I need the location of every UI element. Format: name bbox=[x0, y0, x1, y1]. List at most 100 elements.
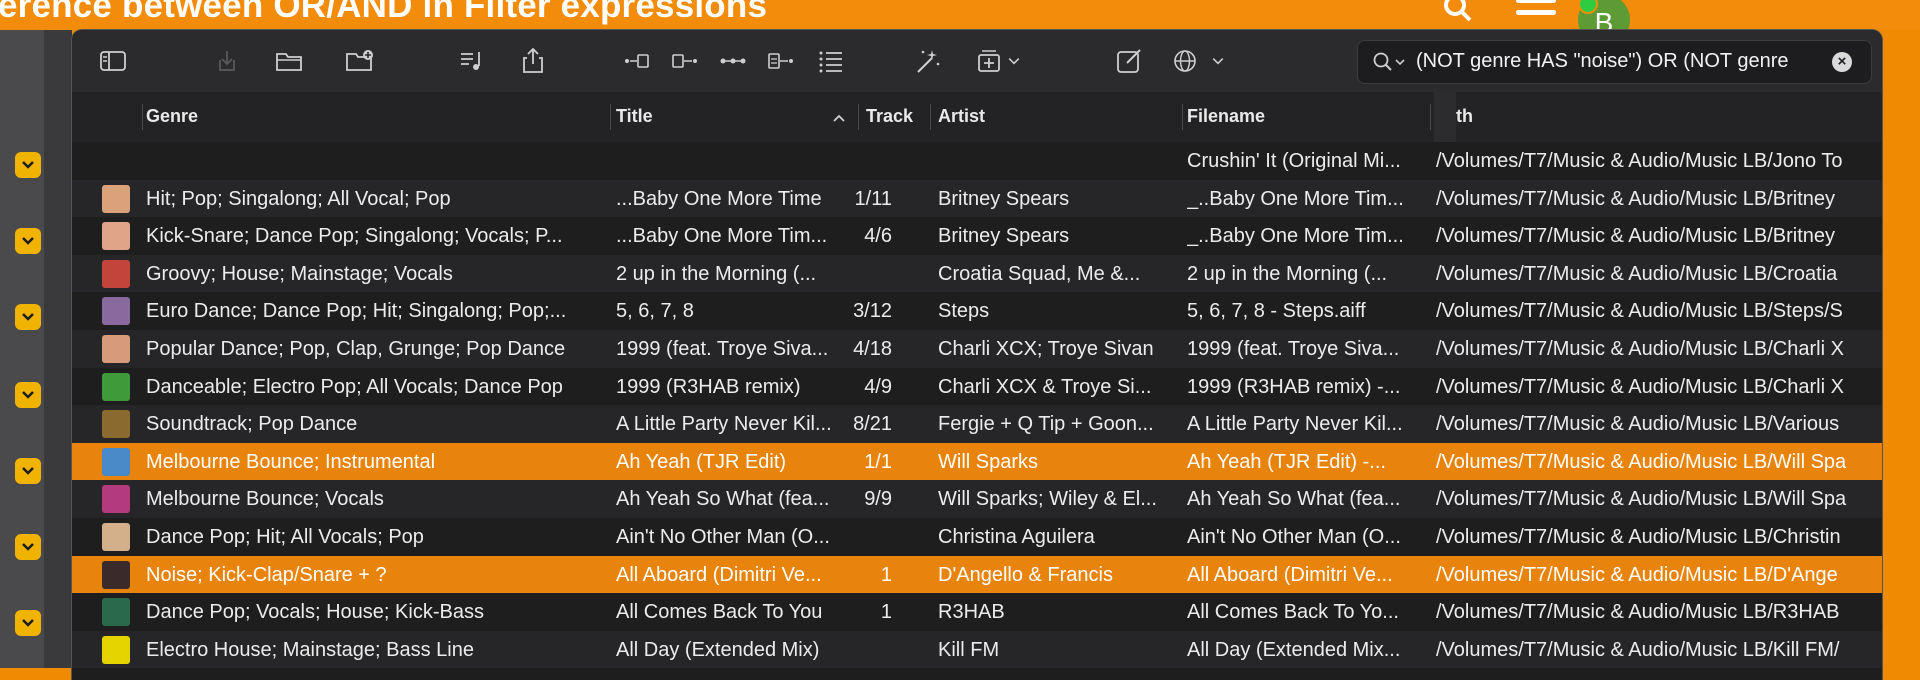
cell-filename: A Little Party Never Kil... bbox=[1187, 413, 1403, 436]
column-header-row: Genre Title Track Artist Filename th bbox=[72, 92, 1882, 143]
album-art-thumbnail bbox=[102, 184, 130, 213]
cell-filename: Ah Yeah (TJR Edit) -... bbox=[1187, 450, 1386, 473]
cell-genre: Groovy; House; Mainstage; Vocals bbox=[146, 262, 453, 285]
sidebar-icon[interactable] bbox=[96, 44, 130, 78]
column-header-path[interactable]: th bbox=[1456, 106, 1473, 127]
chevron-down-icon[interactable] bbox=[15, 458, 41, 484]
cell-filename: _..Baby One More Tim... bbox=[1187, 225, 1404, 248]
cell-artist: Britney Spears bbox=[938, 225, 1070, 248]
cell-artist: Will Sparks; Wiley & El... bbox=[938, 488, 1157, 511]
sort-ascending-icon[interactable] bbox=[832, 113, 846, 123]
clear-search-icon[interactable]: × bbox=[1832, 52, 1852, 72]
page-header: erence between OR/AND in Filter expressi… bbox=[0, 0, 1920, 46]
stack-add-icon[interactable] bbox=[972, 44, 1006, 78]
column-divider[interactable] bbox=[1182, 104, 1183, 130]
chevron-down-icon[interactable] bbox=[1206, 44, 1230, 78]
header-search-icon[interactable] bbox=[1442, 0, 1472, 22]
album-art-thumbnail bbox=[102, 222, 130, 251]
cell-track: 1/1 bbox=[864, 450, 892, 473]
table-row[interactable]: Dance Pop; Vocals; House; Kick-Bass All C… bbox=[72, 593, 1882, 631]
table-row[interactable]: Melbourne Bounce; Vocals Ah Yeah So What … bbox=[72, 480, 1882, 518]
table-row[interactable]: Hit; Pop; Singalong; All Vocal; Pop ...Ba… bbox=[72, 179, 1882, 218]
chevron-down-icon[interactable] bbox=[15, 152, 41, 178]
left-panel bbox=[0, 30, 44, 668]
cell-artist: Christina Aguilera bbox=[938, 525, 1095, 548]
column-header-title[interactable]: Title bbox=[616, 106, 653, 127]
move-out-icon[interactable] bbox=[668, 44, 702, 78]
hamburger-menu-icon[interactable] bbox=[1516, 0, 1556, 26]
cell-title: ...Baby One More Time bbox=[616, 187, 822, 210]
magic-wand-icon[interactable] bbox=[910, 44, 944, 78]
album-art-thumbnail bbox=[102, 410, 130, 439]
table-row[interactable]: Groovy; House; Mainstage; Vocals 2 up in … bbox=[72, 254, 1882, 293]
link-icon[interactable] bbox=[716, 44, 750, 78]
column-header-track[interactable]: Track bbox=[866, 106, 913, 127]
cell-path: /Volumes/T7/Music & Audio/Music LB/D'Ang… bbox=[1436, 563, 1838, 586]
filter-search-field[interactable]: (NOT genre HAS "noise") OR (NOT genre × bbox=[1357, 40, 1872, 84]
column-divider[interactable] bbox=[142, 104, 143, 130]
chevron-down-icon[interactable] bbox=[15, 534, 41, 560]
cell-title: A Little Party Never Kil... bbox=[616, 413, 832, 436]
column-divider[interactable] bbox=[930, 104, 931, 130]
cell-title: 1999 (feat. Troye Siva... bbox=[616, 337, 829, 360]
album-art-thumbnail bbox=[102, 259, 130, 288]
cell-title: 1999 (R3HAB remix) bbox=[616, 375, 801, 398]
column-divider[interactable] bbox=[1430, 104, 1431, 130]
chevron-down-icon[interactable] bbox=[15, 382, 41, 408]
file-export-icon[interactable] bbox=[764, 44, 798, 78]
album-art-thumbnail bbox=[102, 522, 130, 551]
table-row[interactable]: Electro House; Mainstage; Bass Line All D… bbox=[72, 630, 1882, 669]
table-row[interactable]: Soundtrack; Pop Dance A Little Party Neve… bbox=[72, 405, 1882, 443]
cell-genre: Electro House; Mainstage; Bass Line bbox=[146, 638, 474, 661]
cell-path: /Volumes/T7/Music & Audio/Music LB/Britn… bbox=[1436, 187, 1836, 210]
column-drag-handle[interactable] bbox=[1434, 92, 1456, 142]
page-title: erence between OR/AND in Filter expressi… bbox=[0, 0, 768, 25]
folder-add-icon[interactable] bbox=[342, 44, 376, 78]
cell-filename: 1999 (R3HAB remix) -... bbox=[1187, 375, 1401, 398]
edit-icon[interactable] bbox=[1112, 44, 1146, 78]
cell-genre: Euro Dance; Dance Pop; Hit; Singalong; P… bbox=[146, 300, 567, 323]
folder-icon[interactable] bbox=[272, 44, 306, 78]
cell-path: /Volumes/T7/Music & Audio/Music LB/Charl… bbox=[1436, 337, 1844, 360]
cell-path: /Volumes/T7/Music & Audio/Music LB/Britn… bbox=[1436, 225, 1836, 248]
cell-track: 3/12 bbox=[853, 300, 892, 323]
share-icon[interactable] bbox=[516, 44, 550, 78]
table-row[interactable]: Dance Pop; Hit; All Vocals; Pop Ain't No … bbox=[72, 517, 1882, 556]
chevron-down-icon[interactable] bbox=[15, 304, 41, 330]
app-window: (NOT genre HAS "noise") OR (NOT genre × … bbox=[72, 30, 1882, 680]
import-icon[interactable] bbox=[210, 44, 244, 78]
column-divider[interactable] bbox=[610, 104, 611, 130]
table-row[interactable]: Danceable; Electro Pop; All Vocals; Danc… bbox=[72, 367, 1882, 406]
search-input[interactable]: (NOT genre HAS "noise") OR (NOT genre bbox=[1416, 50, 1826, 73]
table-row[interactable]: Crushin' It (Original Mi... /Volumes/T7/M… bbox=[72, 142, 1882, 180]
move-in-icon[interactable] bbox=[620, 44, 654, 78]
cell-genre: Kick-Snare; Dance Pop; Singalong; Vocals… bbox=[146, 225, 563, 248]
cell-path: /Volumes/T7/Music & Audio/Music LB/R3HAB bbox=[1436, 601, 1840, 624]
numbered-list-icon[interactable] bbox=[814, 44, 848, 78]
cell-path: /Volumes/T7/Music & Audio/Music LB/Vario… bbox=[1436, 413, 1840, 436]
column-header-artist[interactable]: Artist bbox=[938, 106, 985, 127]
cell-track: 4/18 bbox=[853, 337, 892, 360]
chevron-down-icon[interactable] bbox=[15, 610, 41, 636]
album-art-thumbnail bbox=[102, 598, 130, 627]
table-row[interactable]: Melbourne Bounce; Instrumental Ah Yeah (T… bbox=[72, 442, 1882, 481]
cell-artist: Fergie + Q Tip + Goon... bbox=[938, 413, 1154, 436]
playlist-icon[interactable] bbox=[455, 44, 489, 78]
cell-genre: Danceable; Electro Pop; All Vocals; Danc… bbox=[146, 375, 563, 398]
search-icon[interactable] bbox=[1372, 50, 1408, 74]
table-row[interactable]: Popular Dance; Pop, Clap, Grunge; Pop Da… bbox=[72, 329, 1882, 368]
table-row[interactable]: Noise; Kick-Clap/Snare + ? All Aboard (Di… bbox=[72, 555, 1882, 594]
cell-title: 2 up in the Morning (... bbox=[616, 262, 817, 285]
chevron-down-icon[interactable] bbox=[1002, 44, 1026, 78]
table-row[interactable]: Kick-Snare; Dance Pop; Singalong; Vocals… bbox=[72, 217, 1882, 255]
cell-track: 8/21 bbox=[853, 413, 892, 436]
column-header-genre[interactable]: Genre bbox=[146, 106, 198, 127]
cell-genre: Dance Pop; Vocals; House; Kick-Bass bbox=[146, 601, 484, 624]
column-divider[interactable] bbox=[858, 104, 859, 130]
table-row[interactable]: Euro Dance; Dance Pop; Hit; Singalong; P… bbox=[72, 292, 1882, 330]
chevron-down-icon[interactable] bbox=[15, 228, 41, 254]
globe-icon[interactable] bbox=[1168, 44, 1202, 78]
column-header-filename[interactable]: Filename bbox=[1187, 106, 1265, 127]
cell-path: /Volumes/T7/Music & Audio/Music LB/Steps… bbox=[1436, 300, 1843, 323]
cell-artist: Steps bbox=[938, 300, 990, 323]
